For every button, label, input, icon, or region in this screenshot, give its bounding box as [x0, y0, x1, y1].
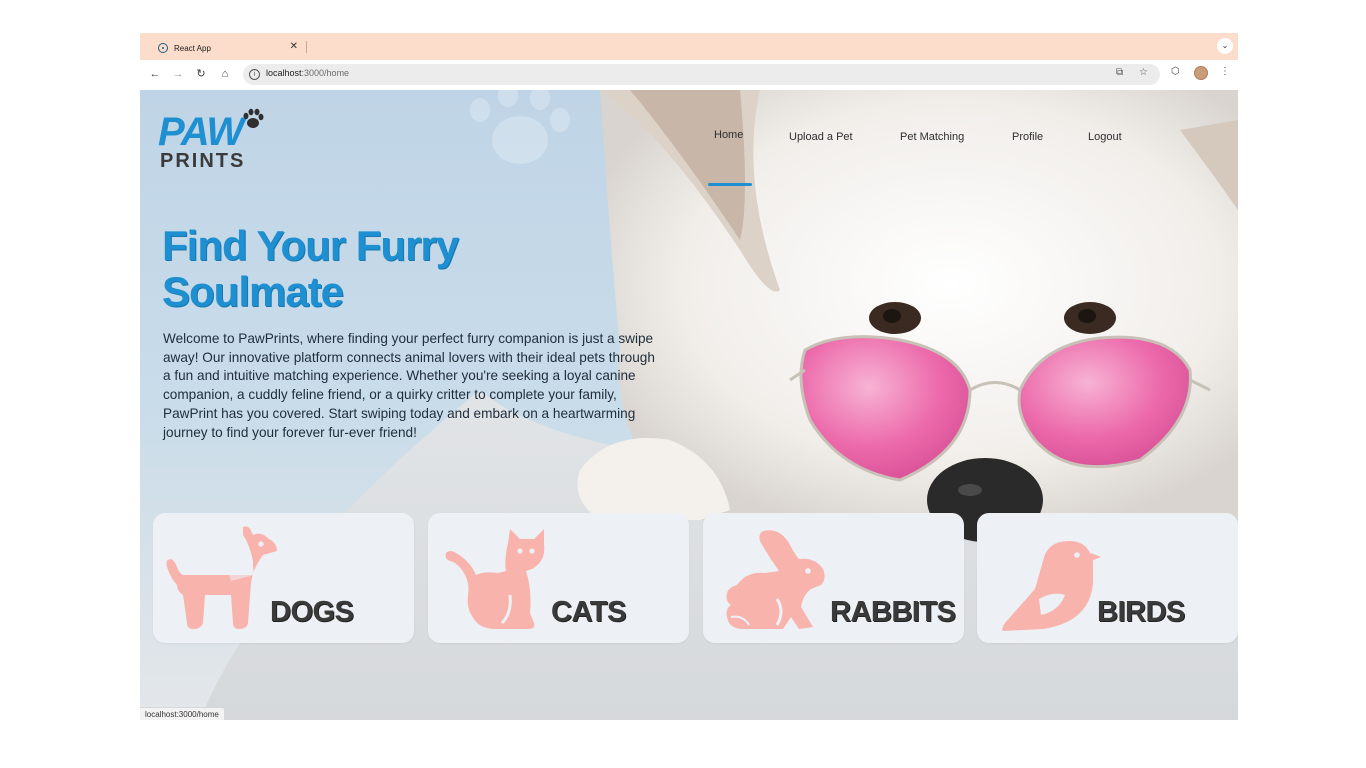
- logo-text-paw: PAW: [158, 110, 244, 154]
- nav-home[interactable]: Home: [714, 129, 743, 141]
- hero-headline-line2: Soulmate: [162, 268, 344, 315]
- bookmark-star-icon[interactable]: ☆: [1139, 67, 1148, 78]
- url-text: localhost:3000/home: [266, 68, 349, 78]
- profile-avatar[interactable]: [1194, 66, 1208, 80]
- category-card-birds[interactable]: BIRDS: [977, 513, 1238, 643]
- install-app-icon[interactable]: ⧉: [1116, 67, 1123, 78]
- category-card-cats[interactable]: CATS: [428, 513, 689, 643]
- tab-separator: [306, 41, 307, 53]
- tab-close-icon[interactable]: ✕: [290, 41, 298, 52]
- category-card-dogs[interactable]: DOGS: [153, 513, 414, 643]
- logo-text-prints: PRINTS: [160, 150, 246, 172]
- tab-search-chevron-icon[interactable]: ⌄: [1217, 38, 1233, 54]
- react-favicon-icon: [158, 43, 168, 53]
- hero-intro-text: Welcome to PawPrints, where finding your…: [163, 331, 655, 440]
- browser-toolbar: ← → ↻ ⌂ i localhost:3000/home ⧉ ☆ ⬡ ⋮: [140, 60, 1238, 89]
- url-host: localhost: [266, 68, 302, 78]
- browser-tab[interactable]: React App ✕: [148, 36, 306, 60]
- category-card-rabbits[interactable]: RABBITS: [703, 513, 964, 643]
- category-label-cats: CATS: [551, 596, 626, 628]
- nav-upload-a-pet[interactable]: Upload a Pet: [789, 131, 853, 143]
- pawprints-logo[interactable]: PAW PRINTS: [158, 108, 268, 178]
- url-path: :3000/home: [301, 68, 350, 78]
- reload-icon[interactable]: ↻: [193, 66, 209, 82]
- browser-menu-icon[interactable]: ⋮: [1220, 66, 1230, 77]
- status-bar-url: localhost:3000/home: [140, 707, 225, 720]
- extensions-icon[interactable]: ⬡: [1171, 66, 1180, 77]
- logo-paw-icon: [243, 108, 264, 128]
- home-icon[interactable]: ⌂: [217, 66, 233, 82]
- nav-pet-matching[interactable]: Pet Matching: [900, 131, 964, 143]
- forward-arrow-icon[interactable]: →: [170, 66, 186, 82]
- browser-window: React App ✕ ⌄ ← → ↻ ⌂ i localhost:3000/h…: [140, 33, 1238, 720]
- tab-title: React App: [174, 43, 211, 53]
- hero-headline: Find Your Furry Soulmate: [162, 223, 582, 315]
- category-label-rabbits: RABBITS: [830, 596, 956, 628]
- tab-bar: React App ✕ ⌄: [140, 33, 1238, 60]
- hero-headline-line1: Find Your Furry: [162, 222, 459, 269]
- nav-profile[interactable]: Profile: [1012, 131, 1043, 143]
- nav-active-indicator: [708, 183, 752, 186]
- paw-watermark-icon: [470, 90, 570, 164]
- nav-logout[interactable]: Logout: [1088, 131, 1122, 143]
- category-label-birds: BIRDS: [1097, 596, 1185, 628]
- back-arrow-icon[interactable]: ←: [147, 66, 163, 82]
- page-viewport: PAW PRINTS Home Upload a Pet Pet Matchin…: [140, 90, 1238, 720]
- address-bar[interactable]: i localhost:3000/home ⧉ ☆: [243, 64, 1160, 85]
- site-info-icon[interactable]: i: [249, 69, 260, 80]
- category-label-dogs: DOGS: [270, 596, 354, 628]
